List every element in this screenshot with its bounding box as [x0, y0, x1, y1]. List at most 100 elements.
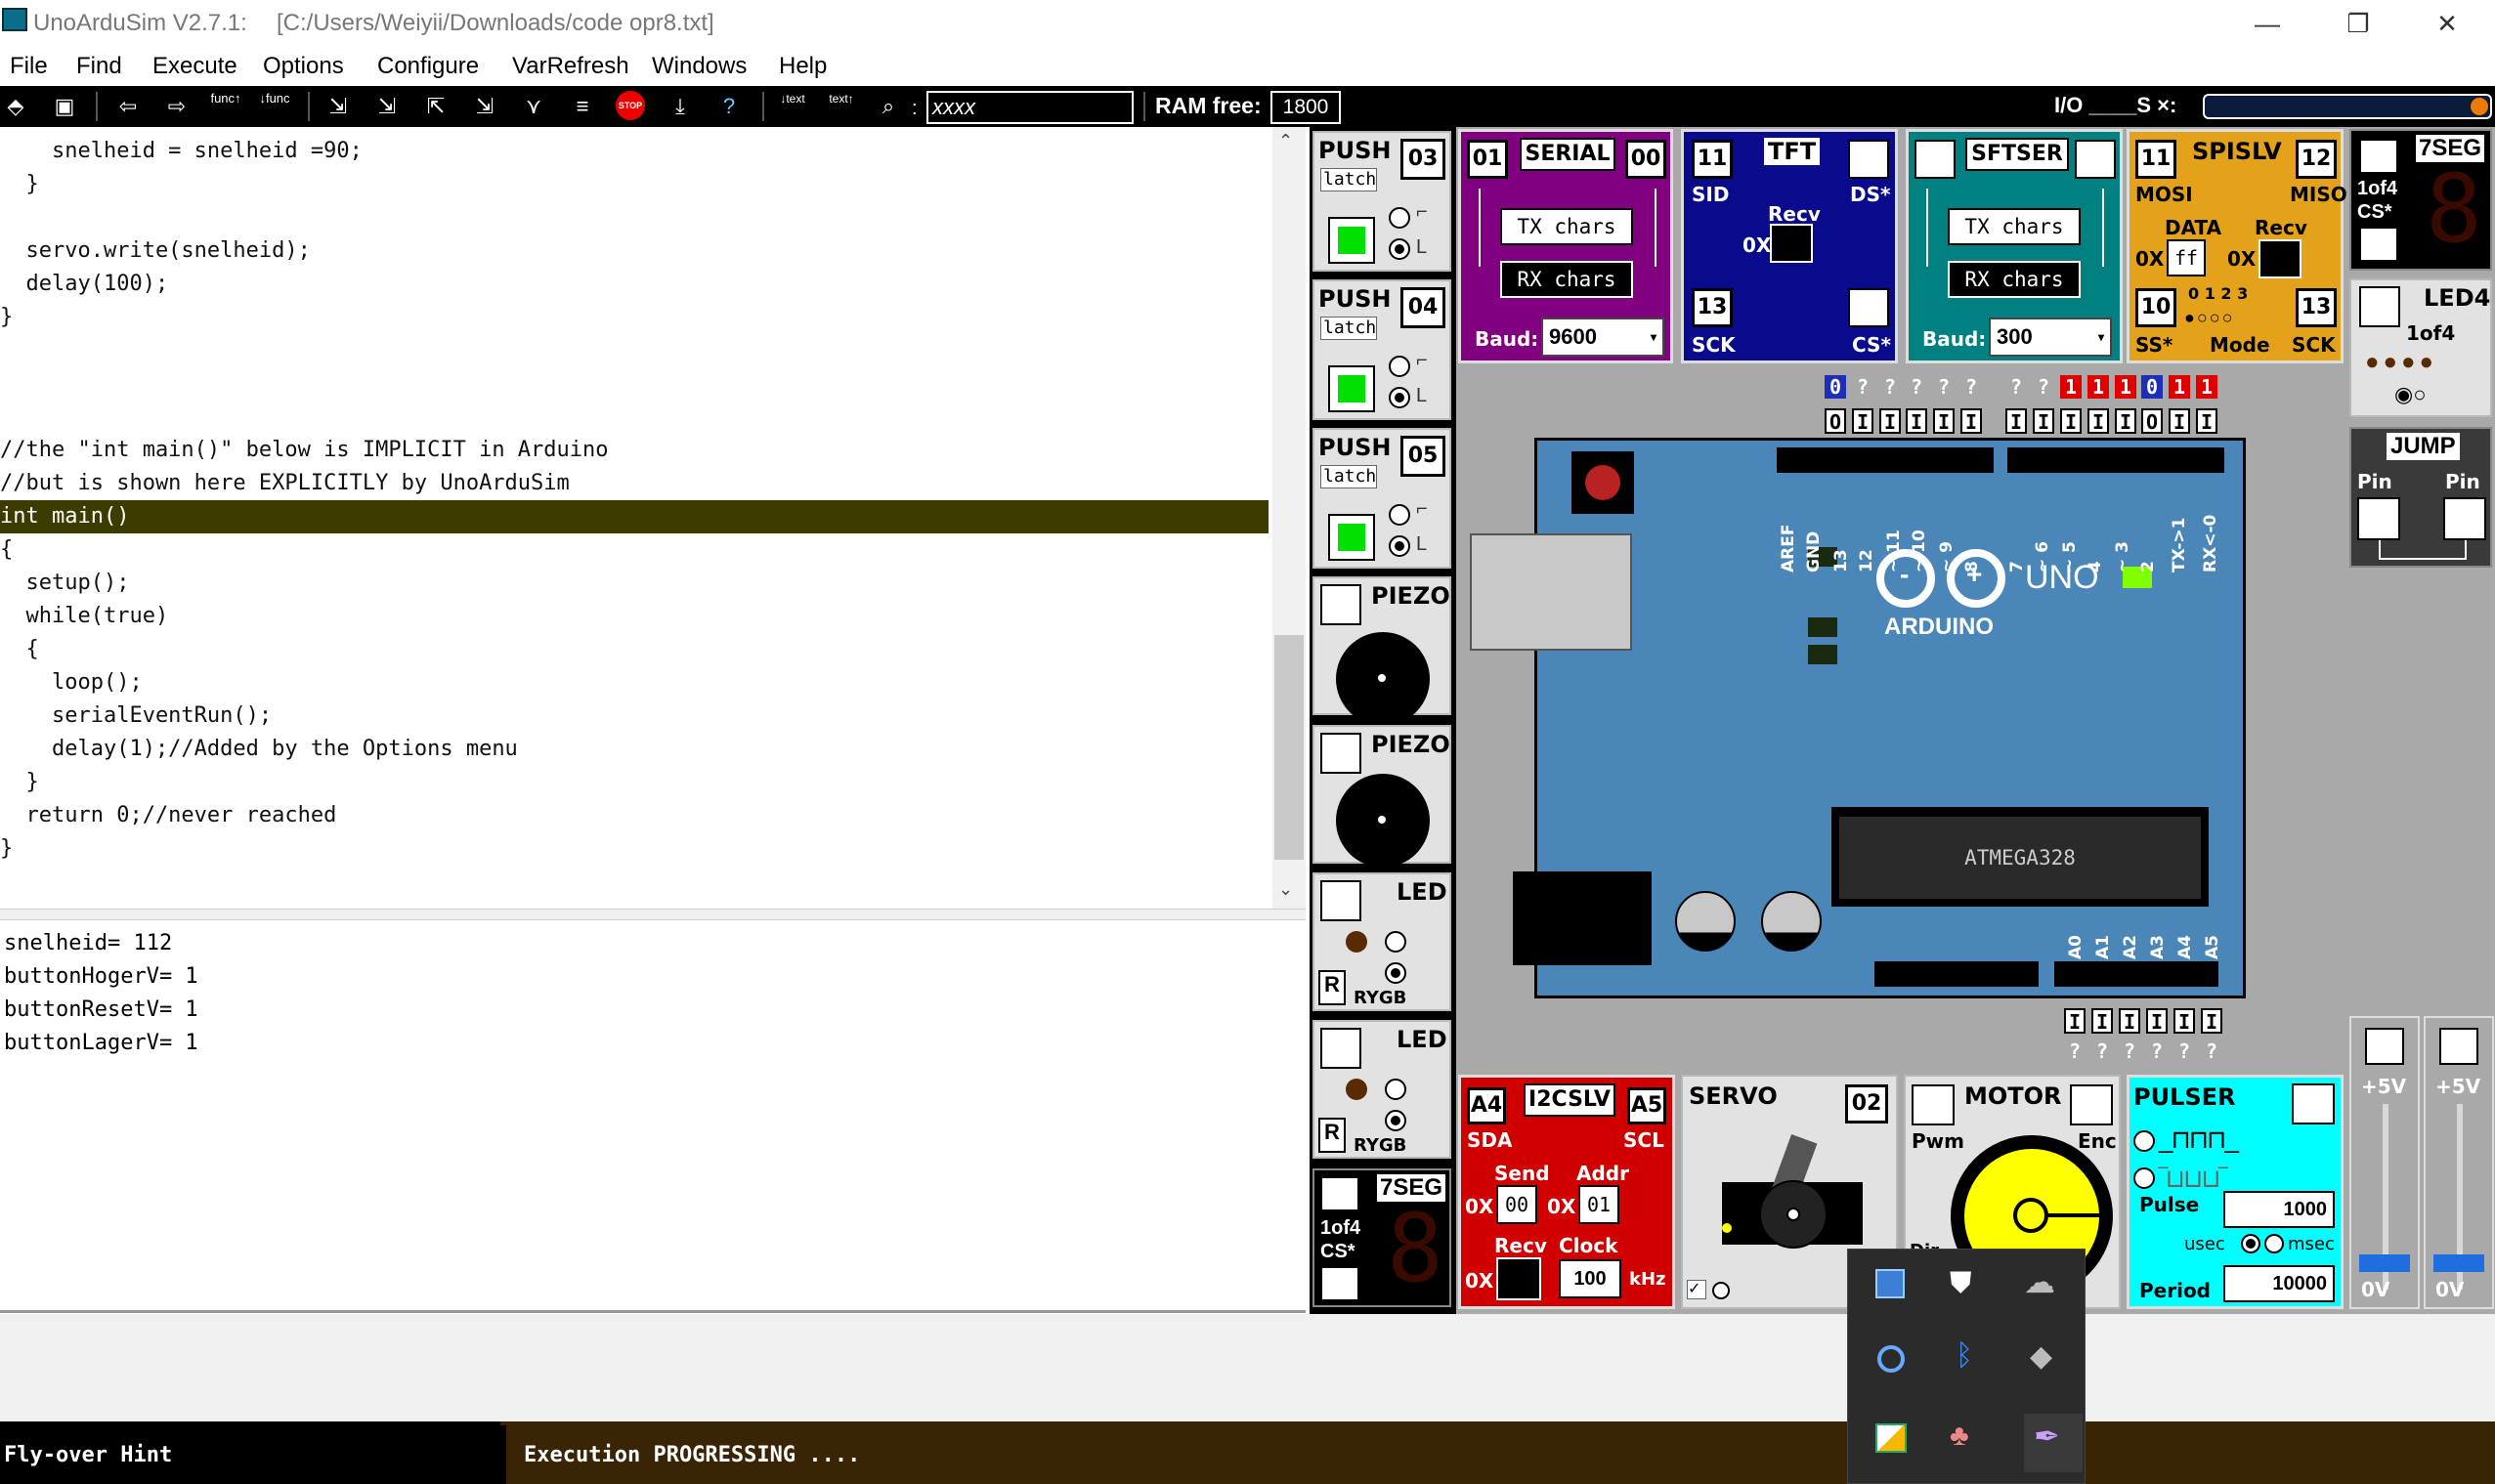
i2cslv-send-input[interactable]: 00 [1496, 1185, 1537, 1224]
menu-windows[interactable]: Windows [652, 53, 747, 80]
analog-pin-type[interactable]: I [2064, 1008, 2086, 1034]
pin-type[interactable]: O [2141, 408, 2163, 434]
led-pin-box[interactable] [1320, 880, 1361, 921]
push-radio-low[interactable] [1389, 387, 1410, 408]
tft-sck-pin[interactable]: 13 [1692, 288, 1733, 327]
sftser-device[interactable]: SFTSER TX chars RX chars Baud: 300 ▾ [1906, 129, 2123, 363]
push-radio-low[interactable] [1389, 238, 1410, 260]
pulser-pin[interactable] [2292, 1083, 2335, 1124]
mushroom-icon[interactable]: ♣ [1950, 1420, 1969, 1453]
settings-tray-icon[interactable] [1877, 1345, 1905, 1373]
push-pin[interactable]: 04 [1400, 287, 1445, 328]
serial-rx-pin[interactable]: 00 [1625, 140, 1666, 179]
code-line[interactable] [0, 201, 1269, 234]
pulser-device[interactable]: PULSER _⊓⊓⊓_ ‾⊔⊔⊔‾ Pulse 1000 usec msec … [2127, 1075, 2344, 1309]
variable-row[interactable]: snelheid= 112 [4, 927, 172, 960]
code-line[interactable]: delay(100); [0, 268, 1269, 301]
scroll-thumb[interactable] [1274, 635, 1304, 860]
led-radio-2[interactable] [1385, 1110, 1406, 1131]
pin-type[interactable]: I [1879, 408, 1901, 434]
menu-execute[interactable]: Execute [152, 53, 237, 80]
led-color-button[interactable]: R [1318, 970, 1346, 1005]
sftser-tx-pin[interactable] [1914, 140, 1956, 179]
menu-configure[interactable]: Configure [377, 53, 479, 80]
analog-pin-type[interactable]: I [2201, 1008, 2222, 1034]
piezo-pin-box[interactable] [1320, 733, 1361, 774]
i2cslv-device[interactable]: A4 I2CSLV A5 SDA SCL Send Addr 0X 00 0X … [1458, 1075, 1675, 1309]
text-up-icon[interactable]: text↑ [826, 91, 857, 122]
variable-row[interactable]: buttonHogerV= 1 [4, 960, 198, 994]
push-button[interactable] [1328, 365, 1375, 412]
run-to-icon[interactable]: ⇲ [469, 91, 500, 122]
jump-device[interactable]: JUMP Pin Pin [2349, 427, 2492, 568]
binoculars-icon[interactable]: ⌕ [873, 91, 904, 122]
servo-checkbox[interactable]: ✓ [1687, 1280, 1706, 1299]
app-tray-icon[interactable] [1875, 1423, 1907, 1453]
pin-type[interactable]: I [2196, 408, 2217, 434]
pot-slider-thumb[interactable] [2359, 1254, 2410, 1272]
pin-type[interactable]: I [2005, 408, 2027, 434]
bluetooth-icon[interactable]: ᛒ [1956, 1339, 1973, 1373]
step-into-icon[interactable]: ⇲ [323, 91, 354, 122]
analog-pin-type[interactable]: I [2146, 1008, 2168, 1034]
pulser-radio-1[interactable] [2133, 1130, 2155, 1152]
code-line[interactable]: //but is shown here EXPLICITLY by UnoArd… [0, 467, 1269, 500]
code-line[interactable]: } [0, 168, 1269, 201]
io-slider-thumb[interactable] [2471, 98, 2488, 115]
led-pin-box[interactable] [1320, 1028, 1361, 1069]
led4-radios[interactable]: ◉○ [2394, 382, 2426, 407]
motor-pwm-pin[interactable] [1912, 1084, 1955, 1125]
spislv-sck-pin[interactable]: 13 [2296, 288, 2337, 327]
jump-pin2-box[interactable] [2443, 497, 2486, 540]
i2cslv-sda-pin[interactable]: A4 [1467, 1087, 1506, 1124]
pin-type[interactable]: I [1906, 408, 1927, 434]
latch-checkbox[interactable]: latch [1320, 465, 1377, 488]
network-tray-icon[interactable] [1875, 1269, 1905, 1298]
jump-pin1-box[interactable] [2357, 497, 2400, 540]
push-radio-high[interactable] [1389, 504, 1410, 526]
pin-type[interactable]: I [2033, 408, 2054, 434]
code-line[interactable]: serialEventRun(); [0, 700, 1269, 733]
motor-enc-pin[interactable] [2070, 1084, 2113, 1125]
led-radio-1[interactable] [1385, 931, 1406, 953]
code-line[interactable]: return 0;//never reached [0, 799, 1269, 832]
code-line[interactable]: while(true) [0, 600, 1269, 633]
pin-type[interactable]: I [2087, 408, 2109, 434]
code-scrollbar[interactable]: ⌃ ⌄ [1272, 127, 1306, 909]
led-device-2[interactable]: LED R RYGB [1312, 1020, 1451, 1159]
push-radio-high[interactable] [1389, 356, 1410, 377]
step-out-icon[interactable]: ⇱ [420, 91, 452, 122]
led-radio-1[interactable] [1385, 1079, 1406, 1100]
pin-type[interactable]: I [1852, 408, 1873, 434]
pin-type[interactable]: I [1960, 408, 1982, 434]
text-down-icon[interactable]: ↓text [777, 91, 808, 122]
pot-slider-thumb[interactable] [2433, 1254, 2484, 1272]
scroll-up-icon[interactable]: ⌃ [1278, 131, 1293, 151]
code-line[interactable]: { [0, 633, 1269, 666]
pot-device-1[interactable]: +5V 0V [2349, 1016, 2420, 1309]
serial-baud-select[interactable]: 9600 ▾ [1541, 318, 1664, 357]
highlighted-code-line[interactable]: int main() [0, 500, 1269, 533]
push-button-device-3[interactable]: PUSH 05 latch ⌐ L [1312, 428, 1451, 569]
latch-checkbox[interactable]: latch [1320, 317, 1377, 340]
piezo-device-2[interactable]: PIEZO [1312, 725, 1451, 868]
latch-checkbox[interactable]: latch [1320, 168, 1377, 191]
push-button[interactable] [1328, 217, 1375, 264]
func-up-icon[interactable]: func↑ [210, 91, 241, 122]
pot-pin-box[interactable] [2439, 1028, 2478, 1065]
cloud-offline-icon[interactable]: ☁ [2024, 1263, 2055, 1300]
load-icon[interactable]: ⬘ [0, 91, 31, 122]
serial-tx-button[interactable]: TX chars [1500, 208, 1633, 245]
menu-options[interactable]: Options [263, 53, 344, 80]
run-icon[interactable]: ≡ [567, 91, 598, 122]
restore-button[interactable]: ❐ [2329, 4, 2387, 43]
pin-type[interactable]: O [1825, 408, 1846, 434]
servo-pin[interactable]: 02 [1845, 1084, 1888, 1124]
sevenseg-cs-box[interactable] [1320, 1266, 1359, 1301]
led-radio-2[interactable] [1385, 962, 1406, 984]
push-pin[interactable]: 05 [1400, 436, 1445, 477]
sevenseg-pin-box[interactable] [2359, 139, 2398, 174]
reset-icon[interactable]: ⤓ [665, 91, 696, 122]
analog-pin-type[interactable]: I [2119, 1008, 2140, 1034]
serial-tx-pin[interactable]: 01 [1467, 140, 1508, 179]
